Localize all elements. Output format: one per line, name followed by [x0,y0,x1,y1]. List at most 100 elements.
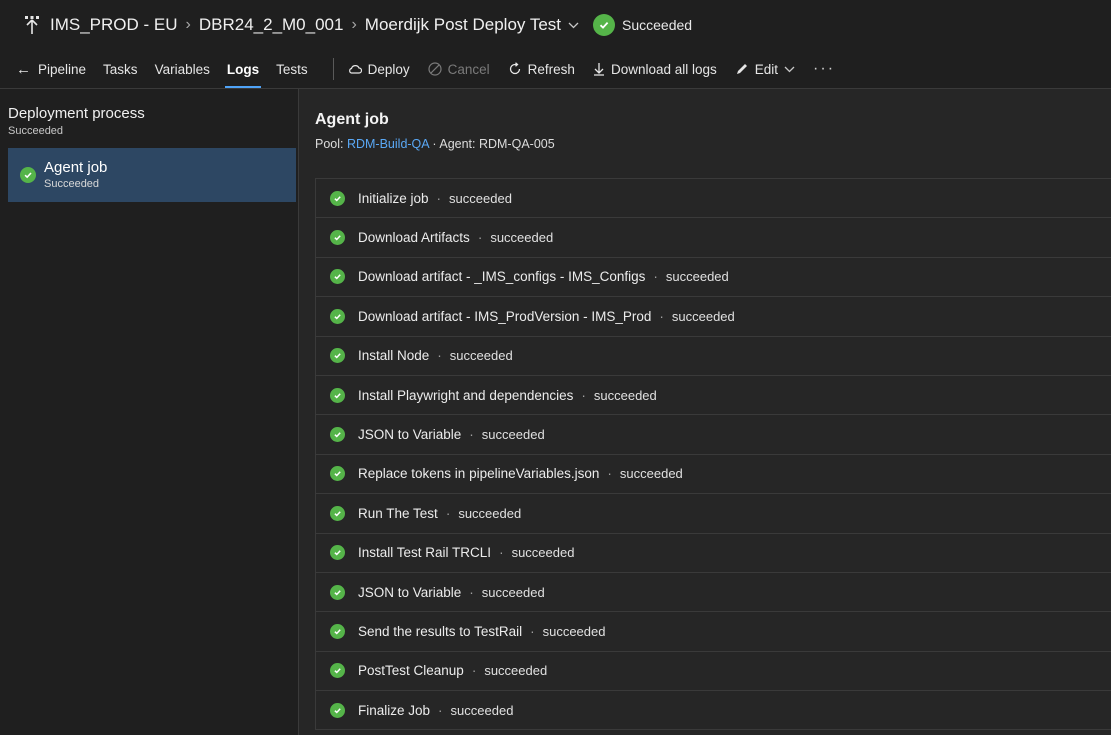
stage-status-badge: Succeeded [593,14,692,36]
release-pipeline-icon [24,15,40,35]
step-status: succeeded [449,348,513,364]
more-options-icon[interactable]: ··· [813,60,835,78]
step-row[interactable]: PostTest Cleanup · succeeded [316,651,1111,692]
success-check-icon [330,623,345,639]
download-label: Download all logs [610,61,717,77]
breadcrumb-release[interactable]: DBR24_2_M0_001 [199,15,344,35]
deployment-process-status: Succeeded [8,125,64,137]
download-logs-button[interactable]: Download all logs [593,62,717,77]
refresh-label: Refresh [527,61,575,77]
step-status: succeeded [542,623,606,639]
step-status: succeeded [665,269,729,285]
success-check-icon [330,269,345,285]
arrow-left-icon: ← [16,60,31,78]
job-title: Agent job [315,111,389,128]
back-label: Pipeline [38,61,87,77]
toolbar-divider [332,58,334,80]
step-row[interactable]: JSON to Variable · succeeded [316,415,1111,455]
toolbar: ← Pipeline Tasks Variables Logs Tests De… [0,50,1111,88]
step-name: Download artifact - _IMS_configs - IMS_C… [358,269,646,285]
breadcrumb-project[interactable]: IMS_PROD - EU [50,15,178,35]
step-separator: · [659,308,664,324]
step-separator: · [437,348,442,364]
success-check-icon [330,387,345,403]
step-status: succeeded [671,308,735,324]
step-row[interactable]: Initialize job · succeeded [316,179,1111,219]
step-separator: · [436,190,442,206]
success-check-icon [330,230,345,246]
job-meta: Pool: RDM-Build-QA · Agent: RDM-QA-005 [315,137,555,151]
step-name: Download Artifacts [358,230,470,246]
step-separator: · [477,230,483,246]
breadcrumb-separator-icon: › [185,16,191,33]
deployment-process-title: Deployment process [8,105,145,122]
sidebar-item-label: Agent job Succeeded [44,159,107,190]
step-status: succeeded [450,702,514,718]
cloud-icon [348,65,362,74]
chevron-down-icon[interactable] [568,18,579,32]
agent-text: · Agent: RDM-QA-005 [428,137,555,151]
step-status: succeeded [484,663,548,679]
step-status: succeeded [511,545,575,561]
step-row[interactable]: Run The Test · succeeded [316,494,1111,534]
breadcrumb: IMS_PROD - EU › DBR24_2_M0_001 › Moerdij… [0,0,1111,50]
step-status: succeeded [593,387,657,403]
sidebar-item-agent-job[interactable]: Agent job Succeeded [8,148,296,202]
pool-link[interactable]: RDM-Build-QA [347,137,429,151]
step-row[interactable]: Install Test Rail TRCLI · succeeded [316,533,1111,573]
step-separator: · [445,505,451,521]
step-name: Finalize Job [358,702,431,718]
step-status: succeeded [481,427,545,443]
success-check-icon [330,190,345,206]
step-separator: · [607,466,612,482]
tab-tasks[interactable]: Tasks [103,50,138,88]
step-name: Replace tokens in pipelineVariables.json [358,466,600,482]
success-check-icon [330,584,345,600]
step-row[interactable]: Download artifact - IMS_ProdVersion - IM… [316,297,1111,337]
step-row[interactable]: Download artifact - _IMS_configs - IMS_C… [316,257,1111,298]
step-separator: · [581,387,586,403]
pencil-icon [736,64,747,74]
breadcrumb-separator-icon: › [351,16,357,33]
step-separator: · [530,623,535,639]
edit-button[interactable]: Edit [735,62,795,77]
breadcrumb-stage[interactable]: Moerdijk Post Deploy Test [365,15,561,35]
cancel-button[interactable]: Cancel [428,62,490,77]
step-name: Download artifact - IMS_ProdVersion - IM… [358,308,652,324]
tab-variables[interactable]: Variables [155,50,210,88]
sidebar: Deployment process Succeeded Agent job S… [0,89,299,735]
step-name: Install Playwright and dependencies [358,387,574,403]
success-check-icon [330,427,345,443]
cancel-label: Cancel [447,61,490,77]
pool-label: Pool: [315,137,347,151]
download-icon [593,63,604,76]
back-to-pipeline-link[interactable]: ← Pipeline [16,50,86,88]
tab-tests[interactable]: Tests [276,50,308,88]
deployment-process-header[interactable]: Deployment process Succeeded [8,105,145,137]
step-row[interactable]: Send the results to TestRail · succeeded [316,612,1111,652]
step-row[interactable]: Replace tokens in pipelineVariables.json… [316,454,1111,495]
cancel-icon [428,62,442,76]
step-row[interactable]: Install Node · succeeded [316,336,1111,376]
deploy-label: Deploy [367,61,410,77]
success-check-icon [330,505,345,521]
step-name: JSON to Variable [358,584,462,600]
step-status: succeeded [619,466,683,482]
refresh-button[interactable]: Refresh [508,62,575,77]
step-row[interactable]: Download Artifacts · succeeded [316,218,1111,258]
step-status: succeeded [458,505,522,521]
success-check-icon [593,14,616,36]
step-separator: · [499,545,504,561]
stage-status-text: Succeeded [622,17,693,33]
step-name: Send the results to TestRail [358,623,523,639]
steps-list: Initialize job · succeeded Download Artifac… [315,178,1111,731]
step-status: succeeded [449,190,512,206]
step-separator: · [469,427,474,443]
success-check-icon [330,308,345,324]
step-row[interactable]: Finalize Job · succeeded [316,691,1111,731]
success-check-icon [330,348,345,364]
tab-logs[interactable]: Logs [224,50,262,88]
step-row[interactable]: Install Playwright and dependencies · succ… [316,375,1111,416]
deploy-button[interactable]: Deploy [348,62,410,77]
step-row[interactable]: JSON to Variable · succeeded [316,572,1111,613]
